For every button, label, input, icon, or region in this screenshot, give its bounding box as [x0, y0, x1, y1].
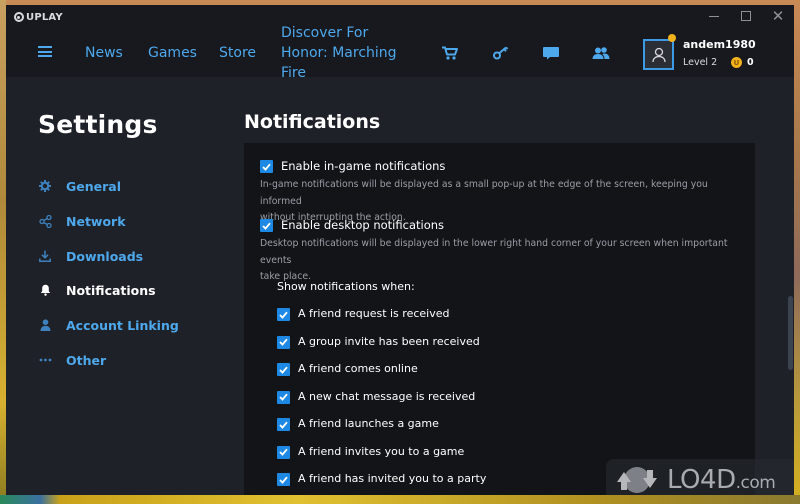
- enable-desktop-checkbox[interactable]: [260, 219, 273, 232]
- show-when-label[interactable]: A friend invites you to a game: [298, 445, 464, 458]
- checkmark-icon: [279, 338, 288, 346]
- watermark-text: LO4D.com: [667, 464, 776, 495]
- checkmark-icon: [262, 163, 271, 171]
- description-line: Desktop notifications will be displayed …: [260, 238, 728, 266]
- show-when-checkbox[interactable]: [277, 445, 290, 459]
- brand-text: UPLAY: [26, 11, 63, 23]
- chat-button[interactable]: [542, 46, 560, 60]
- enable-ingame-label[interactable]: Enable in-game notifications: [281, 159, 445, 173]
- desktop-background-bottom: [0, 495, 800, 504]
- minimize-icon: [709, 15, 719, 17]
- sidebar-item-label: Downloads: [66, 248, 144, 264]
- watermark-main: LO4D: [667, 464, 736, 495]
- menu-button[interactable]: [38, 46, 52, 57]
- close-icon: ✕: [771, 6, 785, 25]
- sidebar-item-label: Network: [66, 213, 126, 229]
- menu-icon-bar: [38, 46, 52, 48]
- cart-icon: [442, 46, 458, 60]
- gear-icon: [38, 180, 52, 192]
- enable-ingame-checkbox[interactable]: [260, 160, 273, 173]
- menu-icon-bar: [38, 50, 52, 53]
- uplay-logo-icon: [14, 12, 24, 22]
- show-when-checkbox[interactable]: [277, 363, 290, 376]
- sidebar-item-account-linking[interactable]: Account Linking: [38, 315, 179, 335]
- checkmark-icon: [279, 448, 288, 456]
- sidebar-item-label: General: [66, 178, 121, 194]
- lo4d-logo-icon: [613, 464, 661, 496]
- nav-discover-promo[interactable]: Discover For Honor: Marching Fire: [281, 23, 409, 83]
- units-coin-icon: U: [731, 57, 742, 68]
- uplay-brand: UPLAY: [14, 10, 63, 24]
- avatar[interactable]: [643, 39, 674, 70]
- show-when-label[interactable]: A friend request is received: [298, 307, 449, 320]
- sidebar-item-label: Other: [66, 352, 107, 368]
- menu-icon-bar: [38, 55, 52, 57]
- nav-store[interactable]: Store: [219, 43, 256, 63]
- nav-news[interactable]: News: [85, 43, 123, 63]
- nav-games[interactable]: Games: [148, 43, 197, 63]
- sidebar-item-label: Account Linking: [66, 317, 179, 333]
- uplay-window: UPLAY ✕ News Games Store Discover For Ho…: [6, 5, 794, 495]
- sidebar-item-general[interactable]: General: [38, 176, 121, 196]
- sidebar-item-label: Notifications: [66, 282, 156, 298]
- settings-title: Settings: [38, 110, 158, 139]
- minimize-button[interactable]: [698, 5, 730, 27]
- units-count: 0: [747, 57, 754, 68]
- bell-icon: [38, 284, 52, 296]
- lo4d-watermark: LO4D.com: [606, 459, 794, 495]
- username[interactable]: andem1980: [683, 38, 756, 51]
- top-header: UPLAY ✕ News Games Store Discover For Ho…: [6, 5, 794, 81]
- checkmark-icon: [279, 311, 288, 319]
- show-when-checkbox[interactable]: [277, 390, 290, 404]
- maximize-icon: [741, 11, 751, 21]
- show-when-checkbox[interactable]: [277, 335, 290, 349]
- more-icon: [38, 358, 52, 362]
- scrollbar-thumb[interactable]: [788, 296, 793, 370]
- show-when-label[interactable]: A group invite has been received: [298, 335, 480, 348]
- show-when-checkbox[interactable]: [277, 308, 290, 321]
- sidebar-item-network[interactable]: Network: [38, 211, 126, 231]
- show-when-label[interactable]: A friend launches a game: [298, 417, 439, 430]
- show-when-label[interactable]: A friend has invited you to a party: [298, 472, 486, 485]
- show-when-label[interactable]: A friend comes online: [298, 362, 418, 375]
- show-when-checkbox[interactable]: [277, 473, 290, 486]
- checkmark-icon: [279, 476, 288, 484]
- sidebar-item-notifications[interactable]: Notifications: [38, 280, 156, 300]
- user-silhouette-icon: [651, 47, 666, 62]
- cart-button[interactable]: [441, 46, 459, 60]
- show-when-label[interactable]: A new chat message is received: [298, 390, 475, 403]
- user-level: Level 2: [683, 57, 718, 68]
- notifications-panel: Enable in-game notifications In-game not…: [244, 143, 755, 495]
- chat-icon: [543, 47, 559, 60]
- window-controls: ✕: [698, 5, 794, 27]
- watermark-suffix: .com: [735, 472, 776, 493]
- enable-desktop-label[interactable]: Enable desktop notifications: [281, 218, 444, 232]
- key-icon: [493, 46, 509, 60]
- enable-desktop-description: Desktop notifications will be displayed …: [260, 236, 740, 286]
- key-button[interactable]: [492, 46, 510, 60]
- download-icon: [38, 250, 52, 262]
- friends-icon: [592, 47, 610, 59]
- maximize-button[interactable]: [730, 5, 762, 27]
- friends-button[interactable]: [592, 46, 610, 60]
- checkmark-icon: [279, 366, 288, 374]
- close-button[interactable]: ✕: [762, 5, 794, 27]
- page-title: Notifications: [244, 111, 381, 133]
- user-icon: [38, 319, 52, 331]
- notification-dot: [668, 34, 676, 42]
- sidebar-item-downloads[interactable]: Downloads: [38, 246, 143, 266]
- checkmark-icon: [262, 222, 271, 230]
- description-line: In-game notifications will be displayed …: [260, 179, 708, 207]
- sidebar-item-other[interactable]: Other: [38, 350, 106, 370]
- show-when-checkbox[interactable]: [277, 418, 290, 431]
- checkmark-icon: [279, 421, 288, 429]
- checkmark-icon: [279, 393, 288, 401]
- show-notifications-when-title: Show notifications when:: [277, 280, 415, 293]
- network-icon: [38, 214, 52, 228]
